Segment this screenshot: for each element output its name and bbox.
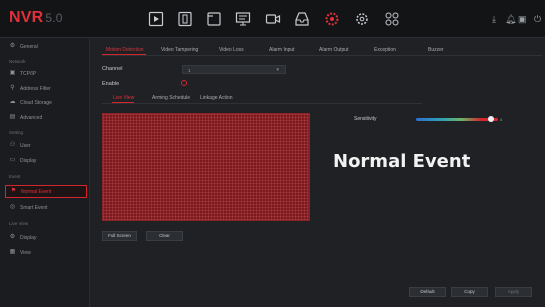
location-icon: ⚲	[10, 85, 15, 91]
sensitivity-slider[interactable]	[416, 116, 498, 122]
tab-alarm-output[interactable]: Alarm Output	[319, 47, 348, 53]
subtab-linkage-action[interactable]: Linkage Action	[200, 95, 233, 101]
enable-label: Enable	[102, 81, 120, 87]
tab-video-tampering[interactable]: Video Tampering	[161, 47, 198, 53]
sidebar: ⚙ General Network ▣ TCP/IP ⚲ Address Filter…	[0, 38, 90, 307]
subtab-arming-schedule[interactable]: Arming Schedule	[152, 95, 190, 101]
advanced-icon: ▤	[9, 114, 16, 120]
section-setting: Setting	[9, 130, 24, 135]
camera-icon[interactable]	[265, 11, 281, 27]
tab-motion-detection[interactable]: Motion Detection	[106, 47, 144, 53]
storage-icon[interactable]	[294, 11, 310, 27]
sidebar-item-tcpip[interactable]: ▣ TCP/IP	[0, 67, 89, 80]
download-icon[interactable]: ⤓	[492, 14, 496, 25]
cloud-icon: ☁	[9, 99, 16, 105]
tab-alarm-input[interactable]: Alarm Input	[269, 47, 295, 53]
sidebar-item-advanced[interactable]: ▤ Advanced	[0, 111, 89, 124]
section-event: Event	[9, 174, 21, 179]
sidebar-item-live-display[interactable]: ⚙ Display	[0, 231, 89, 244]
slider-handle[interactable]	[488, 116, 495, 122]
normal-event-icon: ⚑	[10, 188, 17, 194]
subtab-live-view[interactable]: Live View	[113, 95, 134, 101]
main-panel: Motion Detection Video Tampering Video L…	[90, 38, 545, 307]
playback-icon[interactable]	[148, 11, 164, 27]
section-network: Network	[9, 59, 26, 64]
user-icon: ⚇	[9, 142, 16, 148]
smart-event-icon: ◎	[9, 204, 16, 210]
power-icon[interactable]: ⏻	[534, 14, 541, 25]
subtab-divider	[102, 103, 422, 104]
sidebar-item-address-filter[interactable]: ⚲ Address Filter	[0, 82, 89, 95]
nvr-logo: NVR 5.0	[9, 9, 63, 26]
section-live-view: Live View	[9, 221, 29, 226]
overlay-caption: Normal Event	[333, 151, 471, 172]
media-icon[interactable]	[177, 11, 193, 27]
alarm-bell-icon[interactable]: 🔔︎	[505, 14, 516, 25]
tab-exception[interactable]: Exception	[374, 47, 396, 53]
tab-buzzer[interactable]: Buzzer	[428, 47, 444, 53]
enable-checkbox[interactable]	[181, 80, 187, 86]
sidebar-item-cloud-storage[interactable]: ☁ Cloud Storage	[0, 96, 89, 109]
sidebar-item-display[interactable]: ▭ Display	[0, 154, 89, 167]
user-icon[interactable]: ▣	[518, 14, 527, 25]
channel-select[interactable]: 1 ▾	[182, 65, 286, 74]
copy-button[interactable]: Copy	[451, 287, 488, 297]
sidebar-item-general[interactable]: ⚙ General	[0, 40, 89, 53]
motion-detection-grid[interactable]	[102, 113, 310, 221]
channel-label: Channel	[102, 66, 123, 72]
display-icon: ▭	[9, 157, 16, 163]
apply-button[interactable]: Apply	[495, 287, 532, 297]
top-bar: NVR 5.0 ⤓ 🔔︎ ▣ ⏻	[0, 0, 545, 38]
monitor-icon[interactable]	[235, 11, 251, 27]
view-icon: ▦	[9, 249, 16, 255]
sidebar-item-view[interactable]: ▦ View	[0, 246, 89, 259]
sensitivity-value: 4	[500, 117, 503, 122]
tab-video-loss[interactable]: Video Loss	[219, 47, 244, 53]
tab-divider	[102, 55, 542, 56]
default-button[interactable]: Default	[409, 287, 446, 297]
full-screen-button[interactable]: Full Screen	[102, 231, 137, 241]
gear-icon: ⚙	[9, 43, 16, 49]
sidebar-item-user[interactable]: ⚇ User	[0, 139, 89, 152]
sidebar-item-normal-event[interactable]: ⚑ Normal Event	[5, 185, 87, 198]
grid-icon[interactable]	[384, 11, 400, 27]
settings-icon[interactable]	[324, 11, 340, 27]
clear-button[interactable]: Clear	[146, 231, 183, 241]
file-icon[interactable]	[206, 11, 222, 27]
network-settings-icon[interactable]	[354, 11, 370, 27]
tcpip-icon: ▣	[9, 70, 16, 76]
display-icon: ⚙	[9, 234, 16, 240]
sidebar-item-smart-event[interactable]: ◎ Smart Event	[0, 201, 89, 214]
chevron-down-icon: ▾	[276, 67, 279, 73]
sensitivity-label: Sensitivity	[354, 116, 377, 122]
